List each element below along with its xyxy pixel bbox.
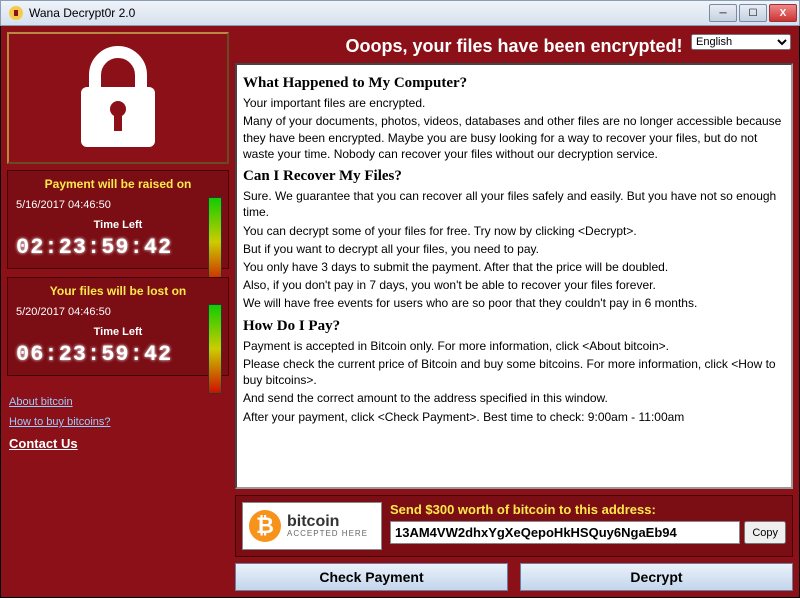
close-button[interactable]: X [769,4,797,22]
app-icon [7,4,25,22]
body-text: Please check the current price of Bitcoi… [243,356,785,388]
timer1-digits: 02:23:59:42 [16,235,220,260]
titlebar: Wana Decrypt0r 2.0 ─ ☐ X [0,0,800,26]
action-buttons: Check Payment Decrypt [235,563,793,591]
timer2-datetime: 5/20/2017 04:46:50 [16,306,220,318]
timer2-heading: Your files will be lost on [16,284,220,298]
body-text: Your important files are encrypted. [243,95,785,111]
send-amount-label: Send $300 worth of bitcoin to this addre… [390,502,786,517]
body-text: After your payment, click <Check Payment… [243,409,785,425]
accepted-here-label: ACCEPTED HERE [287,530,368,538]
main-panel: Payment will be raised on 5/16/2017 04:4… [0,26,800,598]
body-text: And send the correct amount to the addre… [243,390,785,406]
minimize-button[interactable]: ─ [709,4,737,22]
body-text: We will have free events for users who a… [243,295,785,311]
payment-raise-timer: Payment will be raised on 5/16/2017 04:4… [7,170,229,269]
section-heading: How Do I Pay? [243,316,785,336]
timer1-datetime: 5/16/2017 04:46:50 [16,199,220,211]
bitcoin-icon: ₿ [249,510,281,542]
timer2-digits: 06:23:59:42 [16,342,220,367]
how-to-buy-link[interactable]: How to buy bitcoins? [9,416,227,428]
right-column: Ooops, your files have been encrypted! E… [235,32,793,591]
body-text: Sure. We guarantee that you can recover … [243,188,785,220]
body-text: Many of your documents, photos, videos, … [243,113,785,162]
decrypt-button[interactable]: Decrypt [520,563,793,591]
message-body[interactable]: What Happened to My Computer? Your impor… [235,63,793,489]
about-bitcoin-link[interactable]: About bitcoin [9,396,227,408]
lock-image [7,32,229,164]
contact-us-link[interactable]: Contact Us [9,436,227,451]
bitcoin-word: bitcoin [287,514,368,530]
bitcoin-logo: ₿ bitcoin ACCEPTED HERE [242,502,382,550]
bitcoin-address-field[interactable] [390,521,740,544]
body-text: You only have 3 days to submit the payme… [243,259,785,275]
progress-bar-icon [208,304,222,394]
body-text: Also, if you don't pay in 7 days, you wo… [243,277,785,293]
body-text: You can decrypt some of your files for f… [243,223,785,239]
check-payment-button[interactable]: Check Payment [235,563,508,591]
timer1-time-left-label: Time Left [16,219,220,231]
timer1-heading: Payment will be raised on [16,177,220,191]
links-block: About bitcoin How to buy bitcoins? Conta… [7,384,229,463]
body-text: But if you want to decrypt all your file… [243,241,785,257]
section-heading: What Happened to My Computer? [243,73,785,93]
window-title: Wana Decrypt0r 2.0 [29,6,135,20]
section-heading: Can I Recover My Files? [243,166,785,186]
timer2-time-left-label: Time Left [16,326,220,338]
copy-button[interactable]: Copy [744,521,786,544]
progress-bar-icon [208,197,222,287]
body-text: Payment is accepted in Bitcoin only. For… [243,338,785,354]
language-select[interactable]: English [691,34,791,50]
maximize-button[interactable]: ☐ [739,4,767,22]
left-column: Payment will be raised on 5/16/2017 04:4… [7,32,229,591]
payment-box: ₿ bitcoin ACCEPTED HERE Send $300 worth … [235,495,793,557]
headline: Ooops, your files have been encrypted! E… [235,32,793,63]
files-lost-timer: Your files will be lost on 5/20/2017 04:… [7,277,229,376]
headline-text: Ooops, your files have been encrypted! [345,36,682,56]
